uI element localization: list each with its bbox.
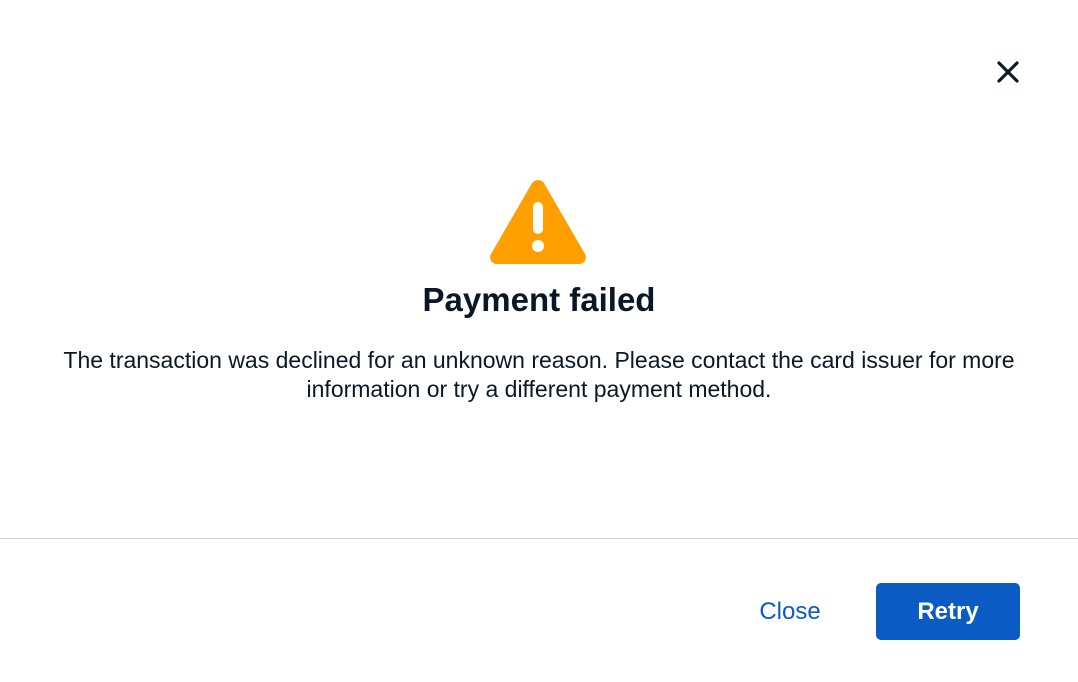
close-button[interactable]: Close xyxy=(740,584,840,640)
dialog-title: Payment failed xyxy=(422,281,656,318)
close-icon xyxy=(997,61,1019,83)
retry-button[interactable]: Retry xyxy=(876,583,1020,640)
footer-divider xyxy=(0,538,1078,539)
dialog-message: The transaction was declined for an unkn… xyxy=(63,347,1015,402)
payment-failed-dialog: Payment failed The transaction was decli… xyxy=(0,0,1078,682)
dialog-close-button[interactable] xyxy=(990,54,1026,90)
warning-icon xyxy=(490,180,586,264)
